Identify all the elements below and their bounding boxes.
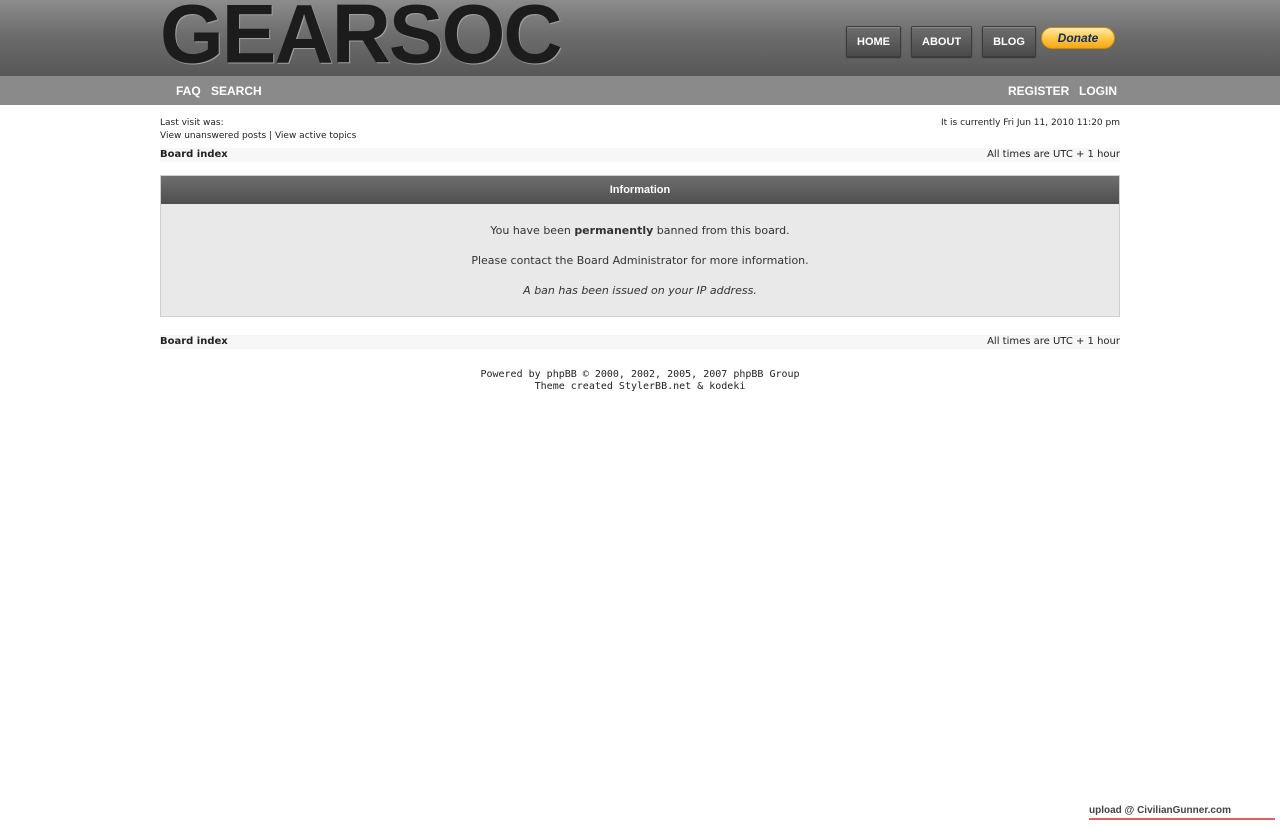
nav-about-button[interactable]: ABOUT	[911, 26, 973, 57]
footer-powered-by: Powered by phpBB © 2000, 2002, 2005, 200…	[480, 369, 800, 380]
panel-title: Information	[161, 176, 1119, 204]
sub-nav-bar: FAQ SEARCH REGISTER LOGIN	[0, 76, 1280, 105]
nav-blog-button[interactable]: BLOG	[982, 26, 1036, 57]
login-link[interactable]: LOGIN	[1079, 76, 1117, 106]
current-time: It is currently Fri Jun 11, 2010 11:20 p…	[941, 118, 1120, 128]
breadcrumb-top: Board index All times are UTC + 1 hour	[160, 148, 1120, 162]
active-topics-link[interactable]: View active topics	[275, 131, 356, 141]
last-visit-text: Last visit was:	[160, 118, 224, 128]
faq-link[interactable]: FAQ	[176, 76, 201, 106]
link-separator: |	[269, 131, 273, 141]
information-panel: Information You have been permanently ba…	[160, 175, 1120, 317]
board-index-link[interactable]: Board index	[160, 148, 228, 162]
unanswered-posts-link[interactable]: View unanswered posts	[160, 131, 266, 141]
footer-theme-credit: Theme created StylerBB.net & kodeki	[534, 381, 746, 392]
ip-ban-message: A ban has been issued on your IP address…	[523, 284, 757, 297]
top-nav: HOME ABOUT BLOG	[846, 26, 1046, 57]
ban-message-post: banned from this board.	[656, 224, 790, 237]
contact-admin-message: Please contact the Board Administrator f…	[471, 254, 809, 267]
ban-message-bold: permanently	[574, 224, 654, 237]
donate-button[interactable]: Donate	[1041, 27, 1115, 49]
board-index-link-bottom[interactable]: Board index	[160, 335, 228, 349]
register-link[interactable]: REGISTER	[1008, 76, 1069, 106]
search-link[interactable]: SEARCH	[211, 76, 262, 106]
upload-watermark: upload @ CivilianGunner.com	[1089, 805, 1275, 820]
timezone-text: All times are UTC + 1 hour	[987, 149, 1120, 160]
timezone-text-bottom: All times are UTC + 1 hour	[987, 336, 1120, 347]
breadcrumb-bottom: Board index All times are UTC + 1 hour	[160, 335, 1120, 349]
site-logo[interactable]: GEARSOC	[160, 0, 563, 77]
nav-home-button[interactable]: HOME	[846, 26, 901, 57]
ban-message: You have been permanently banned from th…	[161, 224, 1119, 237]
ban-message-pre: You have been	[490, 224, 571, 237]
site-header: GEARSOC HOME ABOUT BLOG Donate	[0, 0, 1280, 76]
quick-links: View unanswered posts | View active topi…	[160, 131, 356, 141]
